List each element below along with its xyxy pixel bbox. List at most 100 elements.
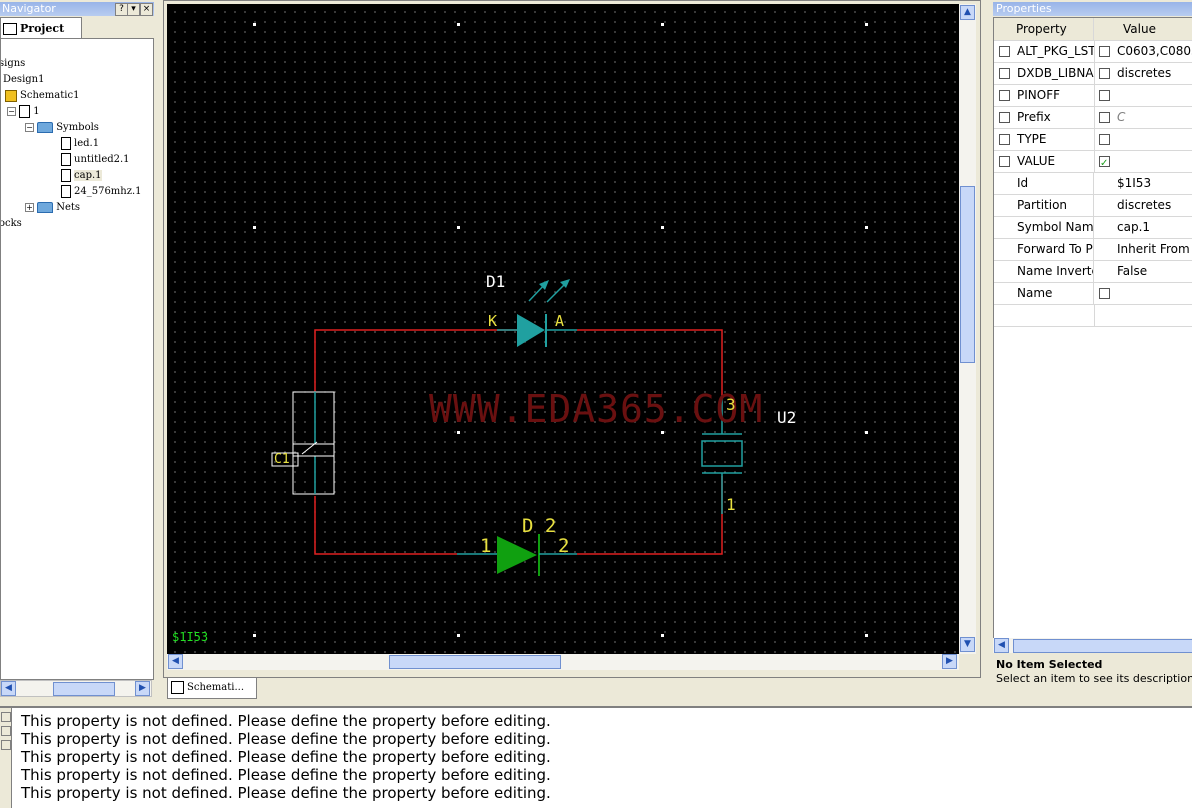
property-value-cell[interactable]: $1I53 bbox=[1095, 172, 1192, 194]
tree-item-blocks[interactable]: ocks bbox=[0, 217, 22, 231]
scroll-down-icon[interactable]: ▼ bbox=[960, 637, 975, 652]
u2-ref-label[interactable]: U2 bbox=[777, 408, 796, 427]
close-icon[interactable] bbox=[1, 712, 11, 722]
property-value-checkbox[interactable] bbox=[1099, 46, 1110, 57]
expand-icon[interactable]: + bbox=[25, 203, 34, 212]
tree-item-design1[interactable]: Design1 bbox=[3, 73, 44, 87]
properties-hscrollbar[interactable]: ◀ bbox=[993, 638, 1192, 653]
property-row[interactable]: Symbol Name cap.1 bbox=[994, 216, 1192, 239]
scroll-left-icon[interactable]: ◀ bbox=[168, 654, 183, 669]
scroll-thumb[interactable] bbox=[960, 186, 975, 363]
collapse-icon[interactable]: − bbox=[25, 123, 34, 132]
output-window[interactable]: This property is not defined. Please def… bbox=[0, 706, 1192, 810]
c1-capacitor-symbol bbox=[271, 391, 335, 495]
tree-label: ocks bbox=[0, 218, 22, 229]
d2-ref-label[interactable]: D 2 bbox=[522, 515, 556, 537]
tree-item-sheet-1[interactable]: − 1 bbox=[7, 105, 40, 119]
property-row[interactable]: Prefix C bbox=[994, 106, 1192, 129]
canvas-hscrollbar[interactable]: ◀ ▶ bbox=[167, 654, 959, 670]
property-row[interactable]: DXDB_LIBNAME discretes bbox=[994, 62, 1192, 85]
schematic-canvas[interactable]: WWW.EDA365.COM D1 K A D 2 1 2 C1 U2 3 1 … bbox=[167, 4, 959, 654]
net-name-label[interactable]: $1I53 bbox=[172, 630, 208, 644]
property-value-checkbox[interactable] bbox=[1099, 112, 1110, 123]
close-icon[interactable]: × bbox=[140, 3, 153, 16]
property-value-cell[interactable] bbox=[1095, 128, 1192, 150]
property-value-cell[interactable] bbox=[1095, 282, 1192, 304]
property-row[interactable]: Id $1I53 bbox=[994, 172, 1192, 195]
property-name-checkbox[interactable] bbox=[999, 134, 1010, 145]
help-icon[interactable] bbox=[1, 740, 11, 750]
property-name-checkbox[interactable] bbox=[999, 112, 1010, 123]
tree-item-nets[interactable]: + Nets bbox=[25, 201, 80, 215]
property-name-cell: Prefix bbox=[994, 106, 1095, 128]
scroll-thumb[interactable] bbox=[1013, 639, 1192, 653]
property-name: Name Inverted bbox=[1017, 264, 1093, 278]
scroll-left-icon[interactable]: ◀ bbox=[994, 638, 1009, 653]
property-value-checkbox[interactable] bbox=[1099, 68, 1110, 79]
tree-item-untitled2[interactable]: untitled2.1 bbox=[61, 153, 130, 167]
tab-schematic[interactable]: Schemati... bbox=[167, 677, 257, 699]
property-name-checkbox[interactable] bbox=[999, 90, 1010, 101]
property-value-checkbox[interactable] bbox=[1099, 153, 1110, 172]
tree-item-symbols[interactable]: − Symbols bbox=[25, 121, 99, 135]
scroll-left-icon[interactable]: ◀ bbox=[1, 681, 16, 696]
property-row[interactable]: ALT_PKG_LST C0603,C0805 bbox=[994, 40, 1192, 63]
property-value: discretes bbox=[1117, 66, 1172, 80]
property-row[interactable]: TYPE bbox=[994, 128, 1192, 151]
tree-item-designs[interactable]: signs bbox=[0, 57, 26, 71]
property-value-checkbox[interactable] bbox=[1099, 90, 1110, 101]
property-value-cell[interactable]: discretes bbox=[1095, 194, 1192, 216]
wires bbox=[314, 329, 723, 555]
symbol-icon bbox=[61, 137, 71, 150]
property-name-cell: Name bbox=[994, 282, 1094, 304]
property-row[interactable]: Name bbox=[994, 282, 1192, 305]
d1-pin-k-label: K bbox=[488, 312, 498, 330]
symbol-icon bbox=[61, 153, 71, 166]
property-value-cell[interactable]: cap.1 bbox=[1095, 216, 1192, 238]
property-row[interactable]: Name Inverted False bbox=[994, 260, 1192, 283]
property-name-cell: VALUE bbox=[994, 150, 1095, 172]
schematic-icon bbox=[5, 89, 17, 102]
project-tree[interactable]: signs Design1 Schematic1 − 1 − Symbols l… bbox=[0, 38, 154, 680]
folder-icon bbox=[37, 202, 54, 213]
properties-grid[interactable]: Property Value ALT_PKG_LST C0603,C0805 DXD… bbox=[993, 17, 1192, 639]
tab-schematic-label: Schemati... bbox=[187, 682, 245, 693]
tree-item-cap[interactable]: cap.1 bbox=[61, 169, 102, 183]
property-name-checkbox[interactable] bbox=[999, 46, 1010, 57]
scroll-thumb[interactable] bbox=[53, 682, 115, 696]
property-value-cell[interactable]: C0603,C0805 bbox=[1095, 40, 1192, 62]
property-value-checkbox[interactable] bbox=[1099, 134, 1110, 145]
scroll-right-icon[interactable]: ▶ bbox=[135, 681, 150, 696]
status-text: Select an item to see its description. bbox=[996, 672, 1192, 685]
property-value-checkbox[interactable] bbox=[1099, 288, 1110, 299]
property-name-checkbox[interactable] bbox=[999, 156, 1010, 167]
tree-item-24-576mhz[interactable]: 24_576mhz.1 bbox=[61, 185, 142, 199]
tree-item-schematic1[interactable]: Schematic1 bbox=[5, 89, 79, 103]
tree-item-led[interactable]: led.1 bbox=[61, 137, 99, 151]
u2-pin3-label: 3 bbox=[726, 395, 736, 414]
tree-label: signs bbox=[0, 58, 26, 69]
property-value-cell[interactable]: Inherit From I bbox=[1095, 238, 1192, 260]
property-value-cell[interactable]: discretes bbox=[1095, 62, 1192, 84]
scroll-thumb[interactable] bbox=[389, 655, 561, 669]
dropdown-icon[interactable]: ▾ bbox=[127, 3, 140, 16]
c1-ref-label[interactable]: C1 bbox=[274, 452, 290, 467]
output-line: This property is not defined. Please def… bbox=[21, 784, 551, 802]
scroll-right-icon[interactable]: ▶ bbox=[942, 654, 957, 669]
property-value-cell[interactable]: C bbox=[1095, 106, 1192, 128]
canvas-vscrollbar[interactable]: ▲ ▼ bbox=[959, 4, 976, 654]
property-row[interactable]: PINOFF bbox=[994, 84, 1192, 107]
property-row[interactable]: Partition discretes bbox=[994, 194, 1192, 217]
navigator-hscrollbar[interactable]: ◀ ▶ bbox=[0, 680, 152, 697]
property-name-checkbox[interactable] bbox=[999, 68, 1010, 79]
property-row[interactable]: Forward To PCB Inherit From I bbox=[994, 238, 1192, 261]
pin-icon[interactable] bbox=[1, 726, 11, 736]
scroll-up-icon[interactable]: ▲ bbox=[960, 5, 975, 20]
d1-ref-label[interactable]: D1 bbox=[486, 272, 505, 291]
collapse-icon[interactable]: − bbox=[7, 107, 16, 116]
tab-project[interactable]: Project bbox=[0, 17, 82, 39]
property-value-cell[interactable] bbox=[1095, 150, 1192, 172]
property-value-cell[interactable]: False bbox=[1095, 260, 1192, 282]
property-value-cell[interactable] bbox=[1095, 84, 1192, 106]
property-row[interactable]: VALUE bbox=[994, 150, 1192, 173]
